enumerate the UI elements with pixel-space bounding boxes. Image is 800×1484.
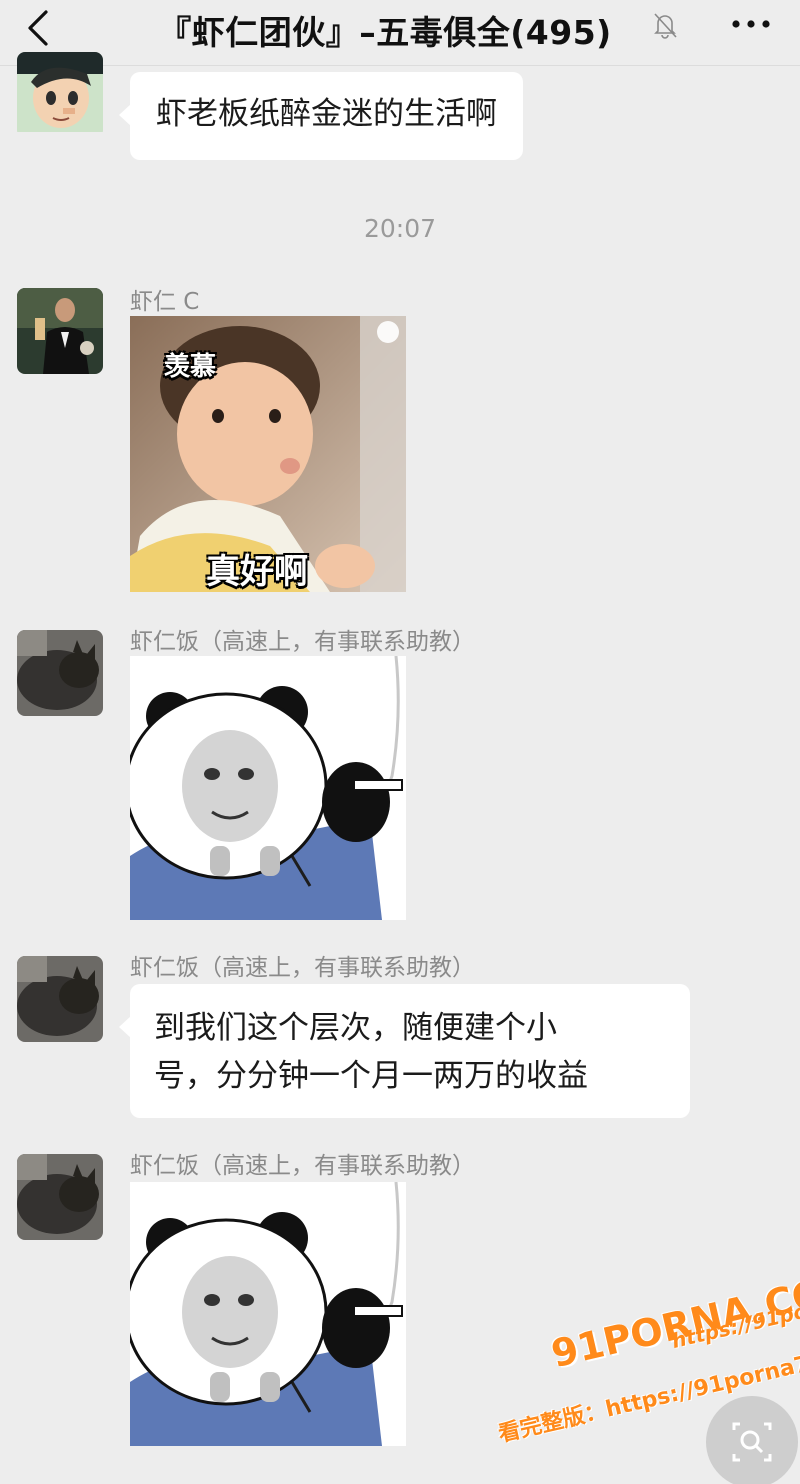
chat-title: 『虾仁团伙』–五毒俱全(495) <box>158 13 612 52</box>
cat-avatar[interactable] <box>17 956 103 1042</box>
message-bubble[interactable]: 到我们这个层次，随便建个小 号，分分钟一个月一两万的收益 <box>119 984 690 1118</box>
message-text: 虾老板纸醉金迷的生活啊 <box>156 96 497 132</box>
message-row: 虾老板纸醉金迷的生活啊 <box>0 52 800 172</box>
anime-boy-avatar[interactable] <box>17 52 103 138</box>
sticker-caption-bottom: 真好啊 <box>206 552 308 592</box>
sticker-image[interactable] <box>130 1182 406 1446</box>
message-row: 虾仁饭（高速上，有事联系助教） <box>0 1146 800 1446</box>
cat-avatar[interactable] <box>17 1154 103 1240</box>
message-text-line: 号，分分钟一个月一两万的收益 <box>154 1058 588 1094</box>
sticker-image[interactable] <box>130 656 406 920</box>
sender-name: 虾仁饭（高速上，有事联系助教） <box>130 1153 475 1179</box>
more-horizontal-icon[interactable] <box>726 4 776 44</box>
sticker-image[interactable]: 羡慕 真好啊 <box>130 316 406 592</box>
message-row: 虾仁饭（高速上，有事联系助教） <box>0 622 800 922</box>
bell-off-icon <box>650 10 680 40</box>
image-search-icon[interactable] <box>706 1396 798 1484</box>
cat-avatar[interactable] <box>17 630 103 716</box>
message-bubble[interactable]: 虾老板纸醉金迷的生活啊 <box>119 72 523 160</box>
message-text-line: 到我们这个层次，随便建个小 <box>154 1010 557 1046</box>
sender-name: 虾仁 C <box>130 289 200 315</box>
man-in-tuxedo-avatar[interactable] <box>17 288 103 374</box>
sender-name: 虾仁饭（高速上，有事联系助教） <box>130 955 475 981</box>
sender-name: 虾仁饭（高速上，有事联系助教） <box>130 629 475 655</box>
message-row: 虾仁 C 羡慕 真好啊 <box>0 282 800 602</box>
timestamp: 20:07 <box>363 214 437 243</box>
sticker-caption-top: 羡慕 <box>164 352 217 382</box>
message-row: 虾仁饭（高速上，有事联系助教） 到我们这个层次，随便建个小 号，分分钟一个月一两… <box>0 948 800 1128</box>
chevron-left-icon[interactable] <box>22 8 62 48</box>
